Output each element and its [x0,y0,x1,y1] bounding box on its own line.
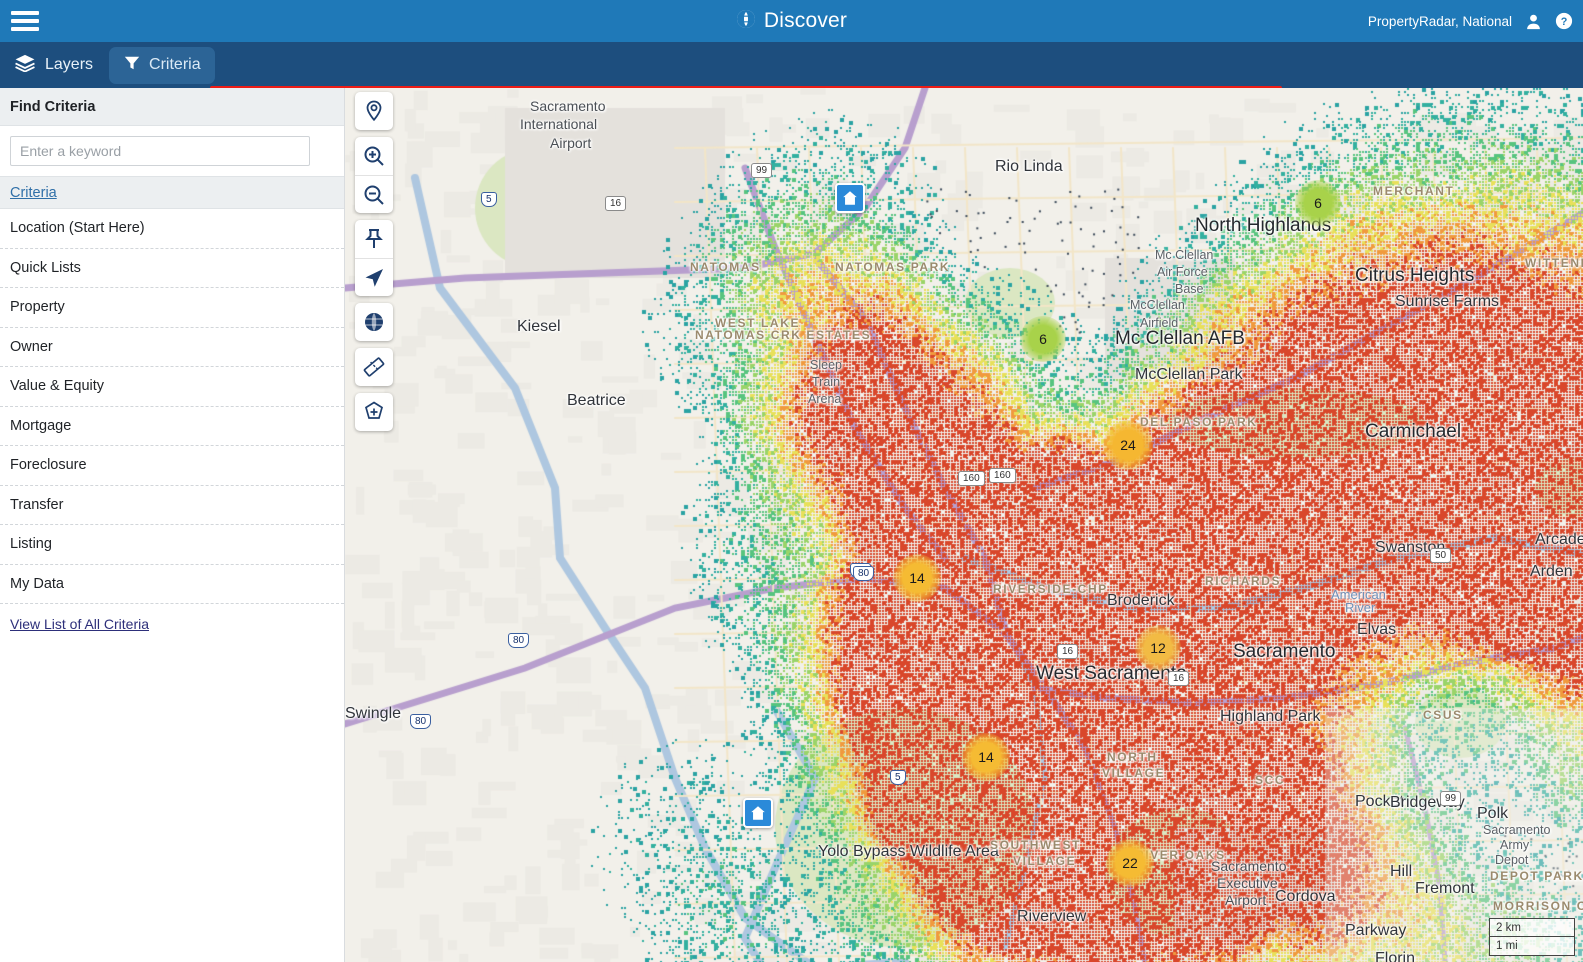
map-cluster-marker[interactable]: 14 [962,733,1010,781]
criteria-toolbar: Layers Criteria State: California ✕ City… [0,42,1583,146]
highway-shield: 160 [958,471,985,486]
navigate-icon[interactable] [355,258,393,296]
map-tools [355,92,393,431]
highway-shield: 16 [605,196,627,211]
map-tool-group-4 [355,348,393,386]
sidebar-title: Find Criteria [0,88,344,126]
layers-icon [14,54,36,77]
zoom-out-icon[interactable] [355,175,393,213]
highway-shield: 99 [1440,791,1462,806]
keyword-search-input[interactable] [10,136,310,166]
discover-app: Discover PropertyRadar, National ? Layer… [0,0,1583,962]
sidebar-item-transfer[interactable]: Transfer [0,486,344,525]
top-right-group: PropertyRadar, National ? [1368,0,1573,42]
map-tool-group-5 [355,393,393,431]
sidebar-item-label: Value & Equity [10,378,105,395]
ruler-icon[interactable] [355,348,393,386]
map-cluster-marker[interactable]: 22 [1106,839,1154,887]
home-icon[interactable] [835,183,865,213]
criteria-button[interactable]: Criteria [109,46,215,84]
zoom-in-icon[interactable] [355,137,393,175]
sidebar-search-wrap [0,126,344,176]
sidebar-item-quick-lists[interactable]: Quick Lists [0,249,344,288]
help-icon[interactable]: ? [1555,12,1573,30]
map-canvas[interactable] [345,88,1583,962]
highway-shield: 5 [481,192,497,207]
sidebar-item-label: Transfer [10,496,64,513]
sidebar-item-value-equity[interactable]: Value & Equity [0,367,344,407]
sidebar-item-label: Mortgage [10,417,72,434]
map-cluster-marker[interactable]: 24 [1103,420,1153,470]
criteria-label: Criteria [149,56,201,73]
highway-shield: 160 [989,468,1016,483]
map-zoom-group [355,137,393,213]
user-icon[interactable] [1525,13,1542,30]
sidebar-item-foreclosure[interactable]: Foreclosure [0,446,344,486]
find-criteria-sidebar: Find Criteria Criteria Location (Start H… [0,88,345,962]
map-tool-group-2 [355,220,393,296]
highway-shield: 50 [1430,548,1452,563]
highway-shield: 16 [1168,671,1190,686]
highway-shield: 99 [751,163,773,178]
globe-icon[interactable] [355,303,393,341]
highway-shield: 5 [890,770,906,785]
sidebar-item-property[interactable]: Property [0,288,344,328]
highway-shield: 80 [410,714,432,729]
sidebar-item-label: Location (Start Here) [10,220,145,237]
app-title: Discover [763,9,848,32]
sidebar-item-listing[interactable]: Listing [0,525,344,565]
sidebar-item-location[interactable]: Location (Start Here) [0,209,344,249]
home-icon[interactable] [743,798,773,828]
map-view[interactable]: Sacramento International Airport Kiesel Beat… [345,88,1583,962]
sidebar-item-label: Owner [10,338,53,355]
map-cluster-marker[interactable]: 12 [1135,625,1181,671]
view-all-criteria-link[interactable]: View List of All Criteria [10,616,149,632]
place-marker-icon[interactable] [355,92,393,130]
sidebar-item-label: My Data [10,575,64,592]
hamburger-icon[interactable] [0,0,44,42]
draw-polygon-icon[interactable] [355,393,393,431]
sidebar-item-label: Foreclosure [10,457,87,474]
highway-shield: 16 [1057,644,1079,659]
pushpin-icon[interactable] [355,220,393,258]
app-brand: Discover [0,0,1583,42]
sidebar-footer: View List of All Criteria [0,604,344,634]
criteria-section-header: Criteria [0,176,344,209]
globe-icon [736,9,756,34]
map-cluster-marker[interactable]: 6 [1295,180,1341,226]
sidebar-item-mortgage[interactable]: Mortgage [0,407,344,446]
map-tool-group-3 [355,303,393,341]
criteria-section-link[interactable]: Criteria [10,185,57,201]
account-label: PropertyRadar, National [1367,13,1512,29]
scale-imperial: 1 mi [1489,937,1575,956]
map-cluster-marker[interactable]: 14 [893,554,941,602]
map-scale-bar: 2 km 1 mi [1489,918,1575,956]
layers-label: Layers [45,56,94,73]
scale-metric: 2 km [1489,918,1575,937]
highway-shield: 80 [853,566,875,581]
sidebar-item-label: Property [10,299,65,316]
highway-shield: 80 [508,633,530,648]
sidebar-item-owner[interactable]: Owner [0,328,344,367]
map-cluster-marker[interactable]: 6 [1020,316,1066,362]
top-bar: Discover PropertyRadar, National ? [0,0,1583,42]
map-tool-group-1 [355,92,393,130]
sidebar-item-my-data[interactable]: My Data [0,565,344,604]
sidebar-item-label: Quick Lists [10,259,81,276]
funnel-icon [123,54,141,77]
sidebar-item-label: Listing [10,536,52,553]
svg-text:?: ? [1561,16,1568,28]
layers-button[interactable]: Layers [0,42,107,88]
